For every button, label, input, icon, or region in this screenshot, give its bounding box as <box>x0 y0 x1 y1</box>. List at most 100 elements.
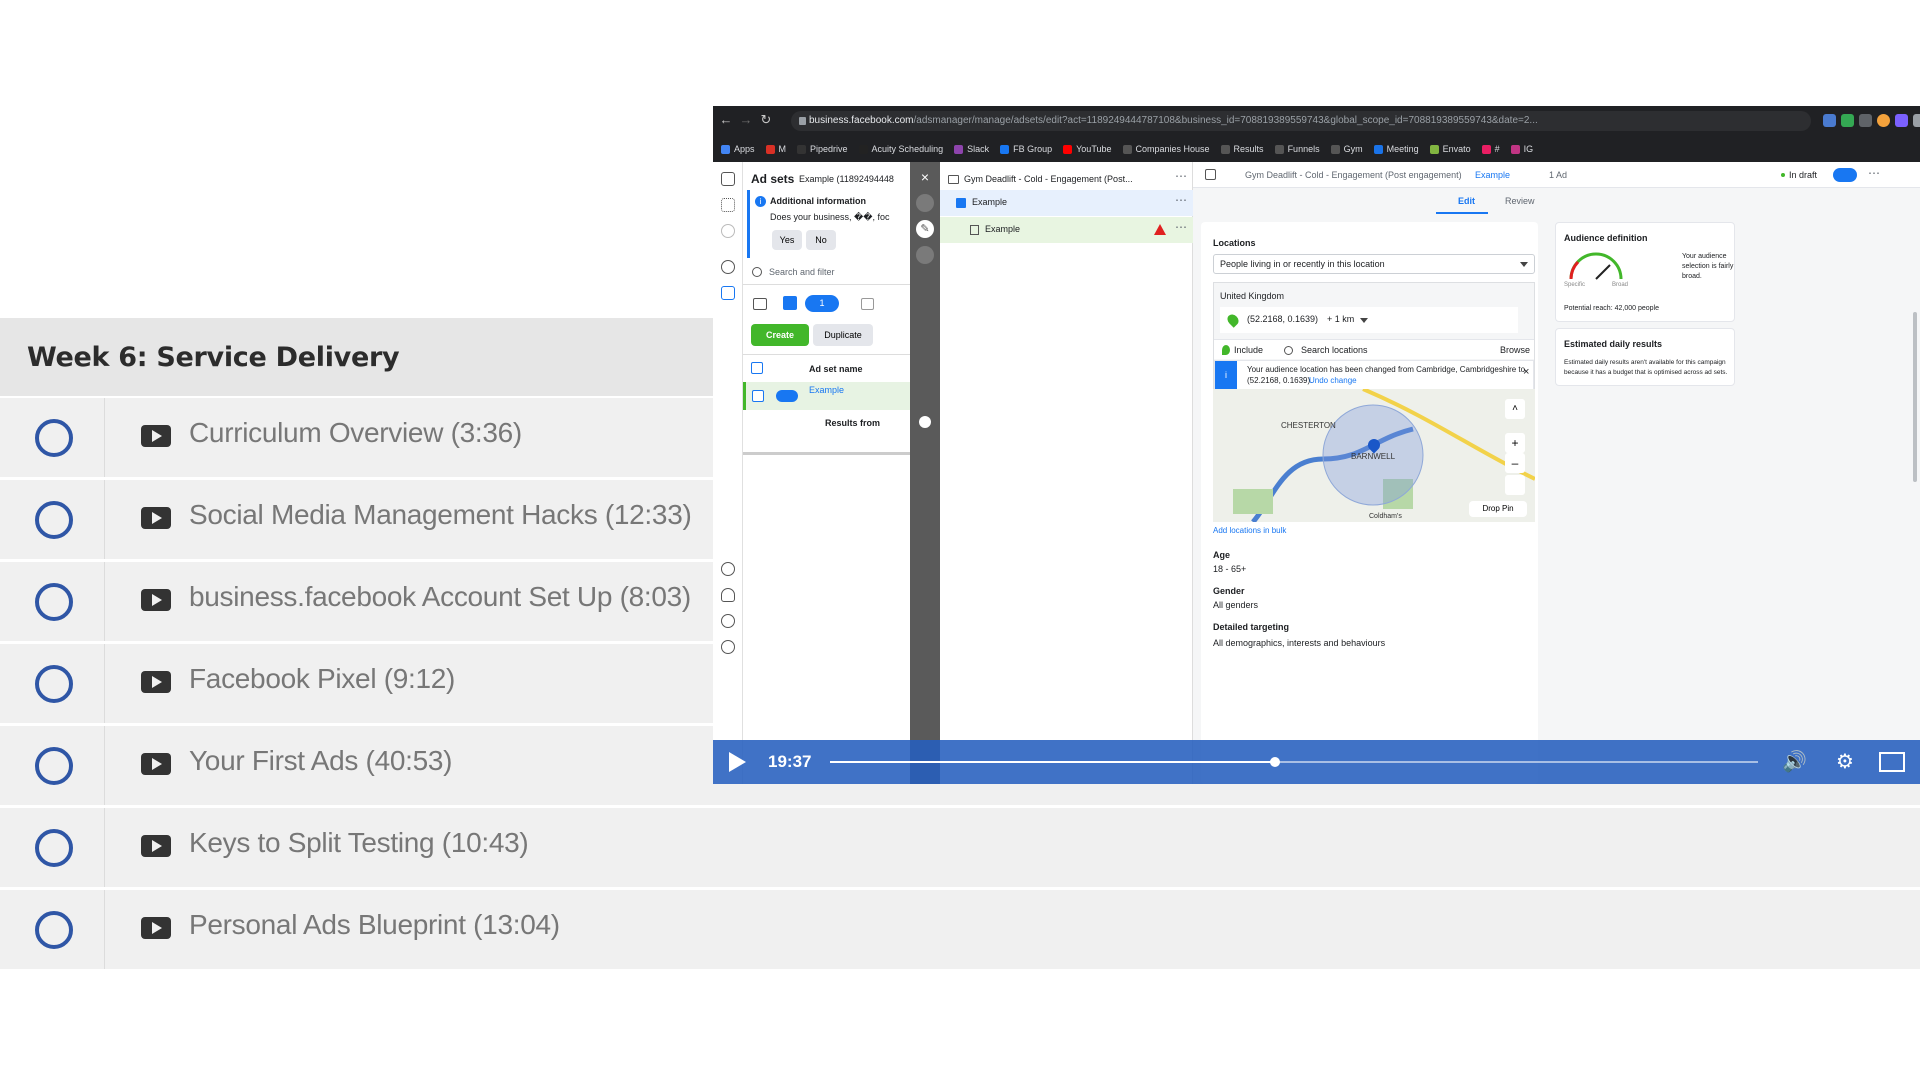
campaigns-table-icon[interactable] <box>721 286 735 300</box>
row-toggle[interactable] <box>776 390 798 402</box>
more-icon[interactable]: ⋯ <box>1175 193 1187 207</box>
more-icon[interactable]: ⋯ <box>1868 166 1880 180</box>
bookmark-meeting[interactable]: Meeting <box>1373 144 1419 154</box>
bookmark-slack[interactable]: Slack <box>954 144 989 154</box>
tab-review[interactable]: Review <box>1505 196 1535 206</box>
lesson-title[interactable]: Your First Ads (40:53) <box>189 745 452 777</box>
search-locations-input[interactable]: Search locations <box>1301 345 1368 355</box>
folder-icon[interactable] <box>753 298 767 310</box>
duplicate-button[interactable]: Duplicate <box>813 324 873 346</box>
edit-pencil-icon[interactable]: ✎ <box>916 220 934 238</box>
publish-toggle[interactable] <box>1833 168 1857 182</box>
locations-select[interactable]: People living in or recently in this loc… <box>1213 254 1535 274</box>
table-row[interactable]: Example <box>743 382 910 410</box>
help-icon[interactable] <box>721 640 735 654</box>
history-clock-icon[interactable] <box>916 246 934 264</box>
bookmark-companies-house[interactable]: Companies House <box>1122 144 1210 154</box>
no-button[interactable]: No <box>806 230 836 250</box>
create-button[interactable]: Create <box>751 324 809 346</box>
lesson-row[interactable]: Keys to Split Testing (10:43) <box>0 808 1920 887</box>
detailed-targeting-value[interactable]: All demographics, interests and behaviou… <box>1213 638 1385 648</box>
bookmark-gmail[interactable]: M <box>765 144 786 154</box>
forward-icon[interactable]: → <box>739 113 753 127</box>
extension-icon[interactable] <box>1913 114 1920 127</box>
column-header-name[interactable]: Ad set name <box>809 364 863 374</box>
bookmark-youtube[interactable]: YouTube <box>1063 144 1112 154</box>
lesson-title[interactable]: Facebook Pixel (9:12) <box>189 663 455 695</box>
select-all-checkbox[interactable] <box>751 362 763 374</box>
lesson-status-circle-icon[interactable] <box>35 829 73 867</box>
back-icon[interactable]: ← <box>719 113 733 127</box>
bookmark-fb-group[interactable]: FB Group <box>1000 144 1052 154</box>
extension-icon[interactable] <box>1859 114 1872 127</box>
avatar[interactable] <box>721 224 735 238</box>
bookmark-envato[interactable]: Envato <box>1429 144 1471 154</box>
extension-icon[interactable] <box>1877 114 1890 127</box>
lesson-title[interactable]: Social Media Management Hacks (12:33) <box>189 499 692 531</box>
progress-bar[interactable] <box>830 757 1758 767</box>
settings-gear-icon[interactable] <box>721 562 735 576</box>
more-icon[interactable]: ⋯ <box>1175 220 1187 234</box>
row-name[interactable]: Example <box>809 385 844 395</box>
lesson-status-circle-icon[interactable] <box>35 419 73 457</box>
yes-button[interactable]: Yes <box>772 230 802 250</box>
breadcrumb-ad[interactable]: 1 Ad <box>1549 170 1567 180</box>
tree-ad-row[interactable]: Example ⋯ <box>940 217 1193 243</box>
lesson-row[interactable]: Personal Ads Blueprint (13:04) <box>0 890 1920 969</box>
radius-value[interactable]: + 1 km <box>1327 314 1354 324</box>
bookmark-gym[interactable]: Gym <box>1330 144 1363 154</box>
zoom-in-icon[interactable]: + <box>1505 433 1525 453</box>
address-bar[interactable]: business.facebook.com/adsmanager/manage/… <box>791 111 1811 131</box>
age-value[interactable]: 18 - 65+ <box>1213 564 1246 574</box>
lesson-title[interactable]: Curriculum Overview (3:36) <box>189 417 522 449</box>
lesson-status-circle-icon[interactable] <box>35 501 73 539</box>
lesson-title[interactable]: Keys to Split Testing (10:43) <box>189 827 529 859</box>
close-icon[interactable]: × <box>916 168 934 186</box>
bookmark-pipedrive[interactable]: Pipedrive <box>797 144 848 154</box>
include-dropdown[interactable]: Include <box>1234 345 1263 355</box>
search-icon[interactable] <box>721 614 735 628</box>
fullscreen-icon[interactable] <box>1879 752 1905 772</box>
breadcrumb-adset[interactable]: Example <box>1475 170 1510 180</box>
lesson-status-circle-icon[interactable] <box>35 665 73 703</box>
tree-ad[interactable]: Example <box>985 224 1020 234</box>
scrollbar[interactable] <box>1913 312 1917 482</box>
reload-icon[interactable]: ↻ <box>759 113 773 127</box>
breadcrumb-campaign[interactable]: Gym Deadlift - Cold - Engagement (Post e… <box>1245 170 1462 180</box>
extension-icon[interactable] <box>1823 114 1836 127</box>
bookmark-acuity[interactable]: Acuity Scheduling <box>858 144 943 154</box>
sidebar-toggle-icon[interactable] <box>1205 169 1216 180</box>
row-checkbox[interactable] <box>752 390 764 402</box>
undo-change-link[interactable]: Undo change <box>1309 376 1357 385</box>
settings-gear-icon[interactable]: ⚙ <box>1833 750 1857 774</box>
gender-value[interactable]: All genders <box>1213 600 1258 610</box>
lesson-title[interactable]: Personal Ads Blueprint (13:04) <box>189 909 560 941</box>
lesson-status-circle-icon[interactable] <box>35 583 73 621</box>
location-map[interactable]: CHESTERTON BARNWELL Coldham's ˄ + – Drop… <box>1213 389 1535 522</box>
collapse-chevron-icon[interactable] <box>919 416 931 428</box>
more-icon[interactable]: ⋯ <box>1175 169 1187 183</box>
location-chip[interactable]: (52.2168, 0.1639) + 1 km <box>1220 307 1518 333</box>
bookmark-apps[interactable]: Apps <box>721 144 755 154</box>
selected-count-badge[interactable]: 1 <box>805 295 839 312</box>
chevron-down-icon[interactable] <box>1360 318 1368 323</box>
apps-grid-icon[interactable] <box>721 198 735 212</box>
search-filter-input[interactable]: Search and filter <box>769 267 835 277</box>
play-icon[interactable] <box>729 752 746 772</box>
bookmark-funnels[interactable]: Funnels <box>1274 144 1320 154</box>
lesson-title[interactable]: business.facebook Account Set Up (8:03) <box>189 581 691 613</box>
add-locations-bulk-link[interactable]: Add locations in bulk <box>1213 526 1286 535</box>
home-icon[interactable] <box>721 172 735 186</box>
zoom-out-icon[interactable]: – <box>1505 453 1525 473</box>
tree-campaign[interactable]: Gym Deadlift - Cold - Engagement (Post..… <box>964 174 1133 184</box>
notifications-bell-icon[interactable] <box>721 588 735 602</box>
dashboard-icon[interactable] <box>721 260 735 274</box>
extension-icon[interactable] <box>1841 114 1854 127</box>
browse-link[interactable]: Browse <box>1500 345 1530 355</box>
tree-adset[interactable]: Example <box>972 197 1007 207</box>
bookmark-ig[interactable]: IG <box>1510 144 1533 154</box>
close-icon[interactable]: × <box>1523 366 1529 378</box>
volume-icon[interactable]: 🔊 <box>1782 750 1807 774</box>
bookmark-results[interactable]: Results <box>1220 144 1264 154</box>
locate-icon[interactable] <box>1505 475 1525 495</box>
